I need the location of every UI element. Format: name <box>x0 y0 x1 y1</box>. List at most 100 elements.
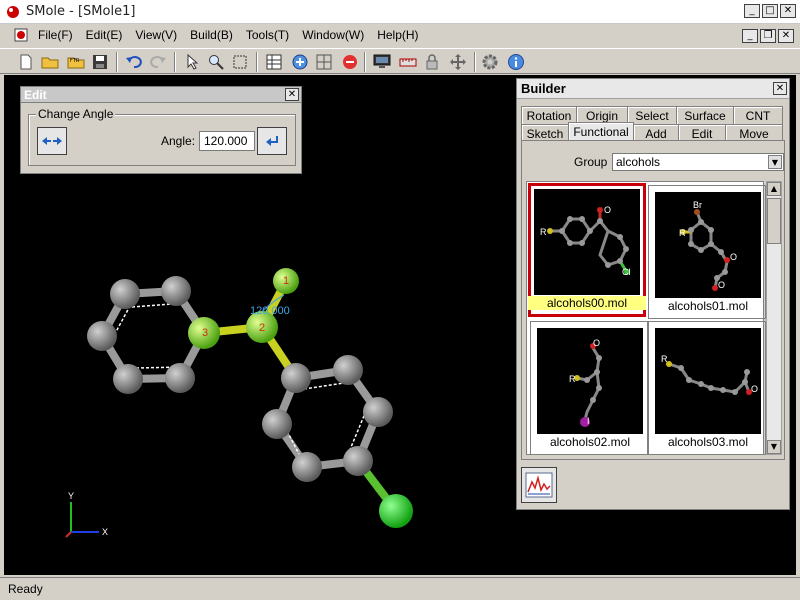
molecule-list: R O Cl alcohols00.mol Br R O O alcohols0… <box>526 181 766 455</box>
atom-label-o: O <box>751 384 758 394</box>
mdi-minimize-button[interactable]: _ <box>742 29 758 43</box>
menu-file[interactable]: File(F) <box>38 28 73 42</box>
new-file-icon[interactable] <box>16 52 36 72</box>
group-select[interactable]: alcohols ▼ <box>612 153 784 171</box>
functional-tab-content: Group alcohols ▼ R O Cl alcohols00.mol B… <box>521 140 785 460</box>
enter-arrow-icon <box>266 136 278 146</box>
select-cursor-icon[interactable] <box>182 52 202 72</box>
atom-label-r: R <box>679 228 686 238</box>
redo-icon[interactable] <box>148 52 168 72</box>
close-button[interactable]: ✕ <box>780 4 796 18</box>
open-ftr-icon[interactable]: FTR <box>66 52 86 72</box>
builder-panel: Builder ✕ Rotation Origin Select Surface… <box>516 78 790 510</box>
title-bar: SMole - [SMole1] _ □ ✕ <box>0 0 800 24</box>
window-title: SMole - [SMole1] <box>26 4 136 19</box>
edit-panel: Edit ✕ Change Angle Angle: 120.000 <box>20 86 302 174</box>
double-arrow-icon <box>42 137 62 145</box>
toolbar: FTR <box>0 48 800 74</box>
atom-label-1: 1 <box>283 275 289 287</box>
grid-view-icon[interactable] <box>264 52 284 72</box>
apply-angle-button[interactable] <box>257 127 287 155</box>
atom-label-r: R <box>569 374 576 384</box>
save-icon[interactable] <box>90 52 110 72</box>
molecule-item-alcohols00[interactable]: R O Cl alcohols00.mol <box>528 183 646 317</box>
delete-icon[interactable] <box>340 52 360 72</box>
lock-icon[interactable] <box>422 52 442 72</box>
molecule-thumbnail: R O I <box>537 328 643 434</box>
menu-edit[interactable]: Edit(E) <box>86 28 123 42</box>
edit-panel-close-button[interactable]: ✕ <box>285 88 299 101</box>
angle-input[interactable]: 120.000 <box>199 131 255 151</box>
molecule-label: alcohols00.mol <box>528 296 646 310</box>
minimize-button[interactable]: _ <box>744 4 760 18</box>
status-text: Ready <box>8 582 43 596</box>
atom-label-3: 3 <box>202 327 208 339</box>
add-atom-icon[interactable] <box>290 52 310 72</box>
molecule-label: alcohols02.mol <box>549 435 631 449</box>
scroll-thumb[interactable] <box>767 198 781 244</box>
rect-select-icon[interactable] <box>230 52 250 72</box>
document-icon[interactable] <box>14 28 28 42</box>
atom-label-r: R <box>540 227 547 237</box>
move-icon[interactable] <box>448 52 468 72</box>
tab-surface[interactable]: Surface <box>676 106 734 124</box>
open-folder-icon[interactable] <box>40 52 60 72</box>
bonds <box>98 277 400 515</box>
undo-icon[interactable] <box>124 52 144 72</box>
atom-label-o: O <box>730 252 737 262</box>
menu-build[interactable]: Build(B) <box>190 28 233 42</box>
atom-label-r: R <box>661 354 668 364</box>
atom-label-o: O <box>718 280 725 290</box>
angle-label: Angle: <box>161 134 196 148</box>
measure-icon[interactable] <box>398 52 418 72</box>
chevron-down-icon[interactable]: ▼ <box>768 155 782 169</box>
atom-label-2: 2 <box>259 322 265 334</box>
tab-functional[interactable]: Functional <box>568 122 634 142</box>
menu-help[interactable]: Help(H) <box>377 28 418 42</box>
scroll-down-icon[interactable]: ▼ <box>767 440 781 454</box>
tab-cnt[interactable]: CNT <box>733 106 783 124</box>
builder-close-button[interactable]: ✕ <box>773 82 787 95</box>
molecule-label: alcohols01.mol <box>667 299 749 313</box>
atom-label-cl: Cl <box>622 267 631 277</box>
menu-window[interactable]: Window(W) <box>302 28 364 42</box>
molecule-thumbnail: R O Cl <box>534 189 640 295</box>
zoom-icon[interactable] <box>206 52 226 72</box>
change-angle-title: Change Angle <box>36 107 116 121</box>
spectrum-chart-icon <box>525 472 553 498</box>
scroll-up-icon[interactable]: ▲ <box>767 182 781 196</box>
axes-icon[interactable] <box>314 52 334 72</box>
mdi-close-button[interactable]: ✕ <box>778 29 794 43</box>
svg-text:FTR: FTR <box>70 58 80 64</box>
molecule-list-scrollbar[interactable]: ▲ ▼ <box>766 181 782 455</box>
settings-gear-icon[interactable] <box>480 52 500 72</box>
molecule-item-alcohols03[interactable]: R O alcohols03.mol <box>648 321 766 455</box>
builder-title: Builder <box>521 81 566 96</box>
spectrum-chart-button[interactable] <box>521 467 557 503</box>
molecule-thumbnail: Br R O O <box>655 192 761 298</box>
atom-label-i: I <box>587 416 590 426</box>
tab-select[interactable]: Select <box>627 106 677 124</box>
info-icon[interactable] <box>506 52 526 72</box>
axis-y-label: Y <box>68 491 74 501</box>
monitor-icon[interactable] <box>372 52 392 72</box>
edit-panel-titlebar[interactable]: Edit ✕ <box>21 87 301 103</box>
menu-view[interactable]: View(V) <box>135 28 177 42</box>
app-icon <box>7 6 19 18</box>
mdi-restore-button[interactable]: ❐ <box>760 29 776 43</box>
group-select-value: alcohols <box>616 155 661 169</box>
axis-indicator: Y X <box>65 491 108 538</box>
axis-x-label: X <box>102 527 108 537</box>
change-angle-group: Change Angle Angle: 120.000 <box>28 107 296 166</box>
molecule-item-alcohols02[interactable]: R O I alcohols02.mol <box>530 321 648 455</box>
menu-tools[interactable]: Tools(T) <box>246 28 289 42</box>
group-label: Group <box>574 155 608 169</box>
builder-titlebar[interactable]: Builder ✕ <box>517 79 789 99</box>
maximize-button[interactable]: □ <box>762 4 778 18</box>
flip-direction-button[interactable] <box>37 127 67 155</box>
molecule-thumbnail: R O <box>655 328 761 434</box>
edit-panel-title: Edit <box>24 88 47 102</box>
atom-label-br: Br <box>693 200 702 210</box>
molecule-item-alcohols01[interactable]: Br R O O alcohols01.mol <box>648 185 766 319</box>
atom-label-o: O <box>593 338 600 348</box>
